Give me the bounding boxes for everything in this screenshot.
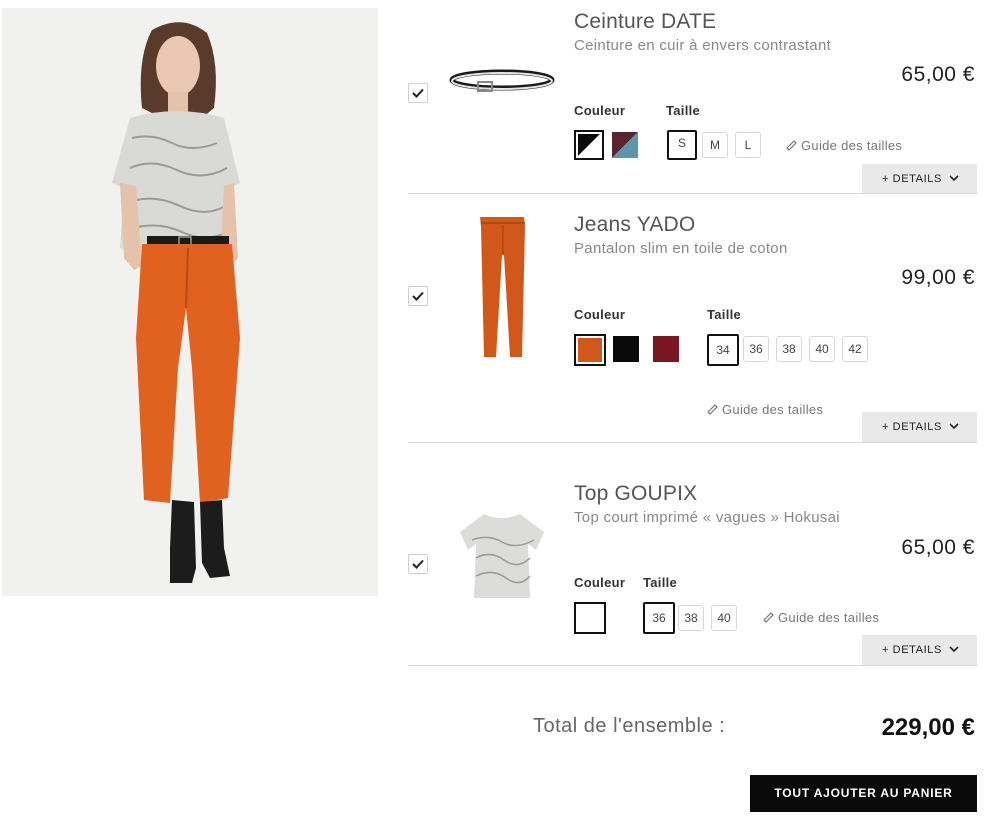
color-swatch-wine-blue[interactable] (612, 132, 638, 158)
size-option-36[interactable]: 36 (743, 336, 769, 362)
color-swatch-orange[interactable] (574, 334, 606, 366)
size-label: Taille (666, 103, 701, 118)
product-checkbox[interactable] (408, 286, 428, 306)
top-image (458, 510, 546, 607)
color-swatch-black-white[interactable] (574, 130, 604, 160)
size-option-l[interactable]: L (735, 132, 761, 158)
divider (408, 193, 977, 194)
product-checkbox[interactable] (408, 554, 428, 574)
details-label: + DETAILS (882, 421, 942, 433)
product-price: 99,00 € (901, 266, 975, 289)
size-guide-link[interactable]: Guide des tailles (763, 610, 879, 625)
size-option-38[interactable]: 38 (776, 336, 802, 362)
ruler-icon (786, 140, 797, 151)
chevron-down-icon (949, 175, 959, 182)
product-checkbox[interactable] (408, 83, 428, 103)
product-name: Top GOUPIX (574, 482, 698, 505)
size-option-34[interactable]: 34 (707, 334, 739, 366)
product-description: Pantalon slim en toile de coton (574, 240, 788, 257)
size-option-42[interactable]: 42 (842, 336, 868, 362)
product-ceinture-date: Ceinture DATE Ceinture en cuir à envers … (408, 0, 977, 195)
chevron-down-icon (949, 646, 959, 653)
size-guide-label: Guide des tailles (722, 402, 824, 417)
product-top-goupix: Top GOUPIX Top court imprimé « vagues » … (408, 444, 977, 668)
size-option-38[interactable]: 38 (678, 605, 704, 631)
details-label: + DETAILS (882, 644, 942, 656)
size-label: Taille (643, 575, 678, 590)
total-label: Total de l'ensemble : (533, 715, 726, 737)
belt-image (448, 64, 556, 105)
color-label: Couleur (574, 575, 626, 590)
product-jeans-yado: Jeans YADO Pantalon slim en toile de cot… (408, 195, 977, 445)
total-value: 229,00 € (881, 714, 975, 741)
size-option-m[interactable]: M (702, 132, 728, 158)
details-label: + DETAILS (882, 173, 942, 185)
color-swatch-black[interactable] (613, 336, 639, 362)
ruler-icon (707, 404, 718, 415)
size-option-s[interactable]: S (667, 130, 697, 160)
size-guide-label: Guide des tailles (801, 138, 903, 153)
size-guide-link[interactable]: Guide des tailles (786, 138, 902, 153)
color-swatch-white[interactable] (574, 602, 606, 634)
product-price: 65,00 € (901, 63, 975, 86)
jeans-image (478, 215, 528, 365)
divider (408, 665, 977, 666)
divider (408, 442, 977, 443)
size-guide-link[interactable]: Guide des tailles (707, 402, 823, 417)
product-price: 65,00 € (901, 536, 975, 559)
model-photo (2, 8, 378, 596)
size-option-36[interactable]: 36 (643, 602, 675, 634)
size-label: Taille (707, 307, 742, 322)
product-description: Ceinture en cuir à envers contrastant (574, 37, 832, 54)
ruler-icon (763, 612, 774, 623)
product-name: Jeans YADO (574, 213, 696, 236)
details-button[interactable]: + DETAILS (862, 412, 977, 442)
chevron-down-icon (949, 423, 959, 430)
size-option-40[interactable]: 40 (711, 605, 737, 631)
product-name: Ceinture DATE (574, 10, 717, 33)
product-description: Top court imprimé « vagues » Hokusai (574, 509, 840, 526)
details-button[interactable]: + DETAILS (862, 635, 977, 665)
size-option-40[interactable]: 40 (809, 336, 835, 362)
color-label: Couleur (574, 307, 626, 322)
size-guide-label: Guide des tailles (778, 610, 880, 625)
color-swatch-burgundy[interactable] (653, 336, 679, 362)
add-all-to-cart-button[interactable]: TOUT AJOUTER AU PANIER (750, 775, 977, 812)
details-button[interactable]: + DETAILS (862, 164, 977, 194)
color-label: Couleur (574, 103, 626, 118)
